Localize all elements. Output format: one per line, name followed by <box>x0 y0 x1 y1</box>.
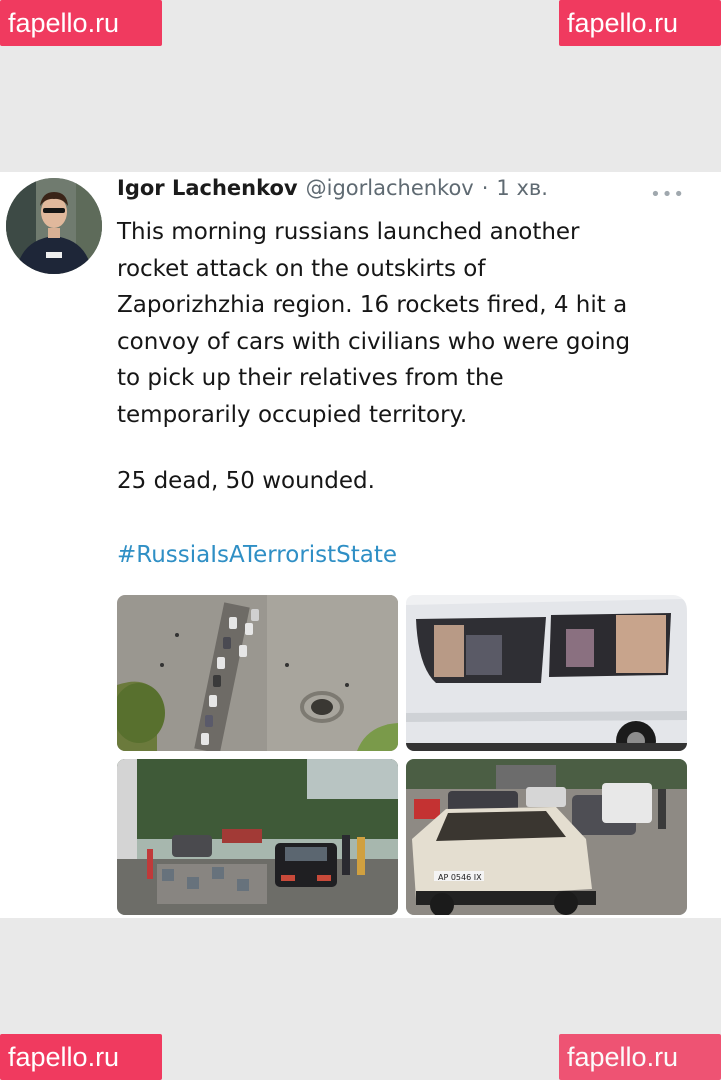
watermark-top-left: fapello.ru <box>0 0 162 46</box>
photo-aerial-convoy[interactable] <box>117 595 398 751</box>
watermark-bottom-right: fapello.ru <box>559 1034 721 1080</box>
avatar-photo <box>6 178 102 274</box>
hashtag-link[interactable]: #RussiaIsATerroristState <box>117 542 397 568</box>
more-horizontal-icon[interactable]: ••• <box>650 184 685 205</box>
watermark-bottom-left: fapello.ru <box>0 1034 162 1080</box>
tweet-card: Igor Lachenkov @igorlachenkov · 1 хв. ••… <box>0 172 721 918</box>
photo-damaged-van[interactable] <box>406 595 687 751</box>
photo-damaged-cars[interactable]: AP 0546 IX <box>406 759 687 915</box>
avatar[interactable] <box>6 178 102 274</box>
author-name[interactable]: Igor Lachenkov <box>117 176 298 200</box>
watermark-top-right: fapello.ru <box>559 0 721 46</box>
license-plate: AP 0546 IX <box>438 873 482 882</box>
tweet-header: Igor Lachenkov @igorlachenkov · 1 хв. <box>117 176 691 212</box>
photo-street-scene[interactable] <box>117 759 398 915</box>
author-handle[interactable]: @igorlachenkov <box>306 176 474 200</box>
tweet-stats-line: 25 dead, 50 wounded. <box>117 468 375 494</box>
tweet-text: This morning russians launched another r… <box>117 219 631 428</box>
separator-dot: · <box>481 176 489 200</box>
tweet-time[interactable]: 1 хв. <box>496 176 548 200</box>
